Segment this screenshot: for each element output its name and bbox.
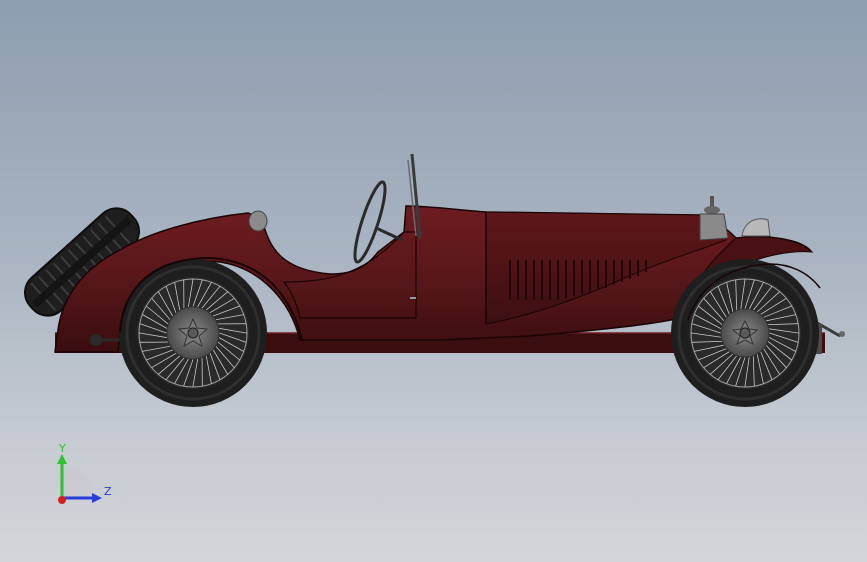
triad-xz-plane xyxy=(62,468,96,498)
y-axis-label: Y xyxy=(58,442,66,455)
y-axis-arrow xyxy=(57,454,67,464)
rear-headrest xyxy=(248,210,268,232)
graphics-viewport[interactable] xyxy=(0,0,867,562)
front-wheel xyxy=(671,259,819,407)
z-axis-label: Z xyxy=(104,485,112,498)
z-axis-arrow xyxy=(92,493,102,503)
headlamp xyxy=(741,218,771,237)
radiator-cap xyxy=(699,196,729,241)
x-axis-dot xyxy=(58,496,66,504)
coordinate-triad: Y Z xyxy=(57,442,112,504)
